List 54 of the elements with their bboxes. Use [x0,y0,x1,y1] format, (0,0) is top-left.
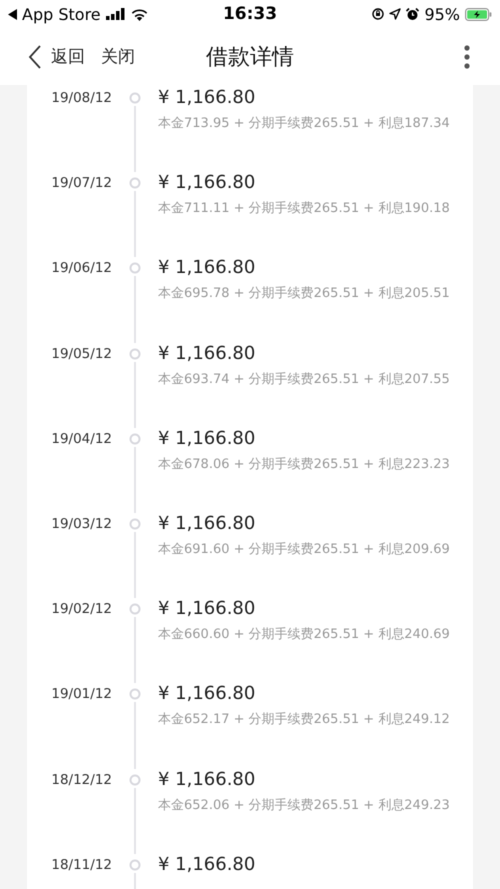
installment-amount: ¥ 1,166.80 [158,342,256,364]
due-date: 19/07/12 [50,174,112,194]
rotation-lock-icon [372,8,384,20]
timeline-node-icon [129,688,141,700]
due-date: 19/01/12 [50,685,112,704]
installment-amount: ¥ 1,166.80 [158,512,256,534]
timeline-node-icon [129,774,141,786]
back-button[interactable]: 返回 [28,44,85,68]
due-date: 19/06/12 [50,259,112,278]
clock-time: 16:33 [222,4,278,24]
installment-amount: ¥ 1,166.80 [158,428,256,449]
battery-charging-icon [465,8,492,20]
chevron-left-icon [28,44,41,68]
back-app-label[interactable]: App Store [22,4,101,24]
due-date: 19/05/12 [50,344,112,364]
installment-amount: ¥ 1,166.80 [158,598,256,620]
signal-icon [106,8,126,20]
battery-percent: 95% [424,4,460,24]
timeline-node-icon [129,177,141,190]
due-date: 19/03/12 [50,514,112,534]
amount-breakdown: 本金713.95 + 分期手续费265.51 + 利息187.34 [158,115,450,132]
timeline-node-icon [129,603,141,616]
wifi-icon [130,8,148,20]
due-date: 18/11/12 [50,856,112,875]
installment-amount: ¥ 1,166.80 [158,257,256,278]
timeline-node-icon [129,262,141,274]
amount-breakdown: 本金678.06 + 分期手续费265.51 + 利息223.23 [158,456,450,473]
amount-breakdown: 本金652.17 + 分期手续费265.51 + 利息249.12 [158,711,450,728]
timeline-node-icon [129,518,141,530]
installment-amount: ¥ 1,166.80 [158,87,256,108]
amount-breakdown: 本金711.11 + 分期手续费265.51 + 利息190.18 [158,200,450,218]
amount-breakdown: 本金693.74 + 分期手续费265.51 + 利息207.55 [158,370,450,388]
due-date: 19/02/12 [50,600,112,620]
timeline-node-icon [129,432,141,445]
close-button[interactable]: 关闭 [101,45,135,68]
timeline-node-icon [129,348,141,360]
location-arrow-icon [389,8,402,20]
amount-breakdown: 本金652.06 + 分期手续费265.51 + 利息249.23 [158,796,450,814]
alarm-clock-icon [406,8,420,20]
back-triangle-icon[interactable] [8,8,17,20]
amount-breakdown: 本金660.60 + 分期手续费265.51 + 利息240.69 [158,626,450,644]
due-date: 18/12/12 [50,770,112,790]
timeline-node-icon [129,92,141,104]
page-title: 借款详情 [205,44,295,72]
installment-amount: ¥ 1,166.80 [158,854,256,875]
amount-breakdown: 本金695.78 + 分期手续费265.51 + 利息205.51 [158,285,450,302]
more-options-icon[interactable] [464,44,470,68]
installment-amount: ¥ 1,166.80 [158,172,256,194]
timeline-node-icon [129,858,141,871]
due-date: 19/08/12 [50,89,112,108]
amount-breakdown: 本金691.60 + 分期手续费265.51 + 利息209.69 [158,540,450,558]
installment-amount: ¥ 1,166.80 [158,768,256,790]
due-date: 19/04/12 [50,430,112,449]
installment-amount: ¥ 1,166.80 [158,683,256,704]
